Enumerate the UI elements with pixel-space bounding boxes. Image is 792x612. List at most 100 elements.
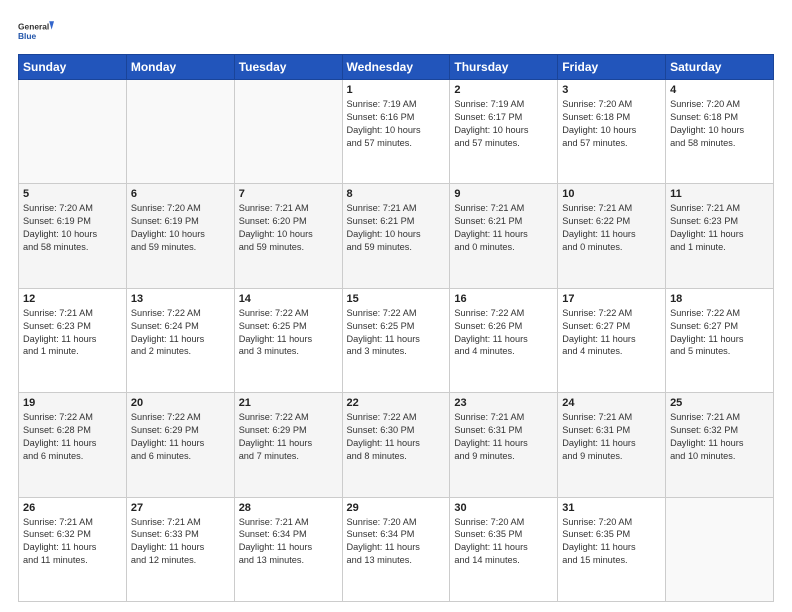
calendar-header-sunday: Sunday xyxy=(19,55,127,80)
page: General Blue SundayMondayTuesdayWednesda… xyxy=(0,0,792,612)
calendar-week-row: 1 Sunrise: 7:19 AMSunset: 6:16 PMDaylight… xyxy=(19,80,774,184)
day-number: 13 xyxy=(131,293,230,305)
calendar-day-cell: 4 Sunrise: 7:20 AMSunset: 6:18 PMDaylight… xyxy=(666,80,774,184)
calendar-day-cell: 19 Sunrise: 7:22 AMSunset: 6:28 PMDayligh… xyxy=(19,393,127,497)
day-number: 29 xyxy=(347,502,446,514)
day-number: 6 xyxy=(131,188,230,200)
calendar-week-row: 26 Sunrise: 7:21 AMSunset: 6:32 PMDayligh… xyxy=(19,497,774,601)
day-number: 4 xyxy=(670,84,769,96)
calendar-day-cell: 12 Sunrise: 7:21 AMSunset: 6:23 PMDayligh… xyxy=(19,288,127,392)
calendar-day-cell: 8 Sunrise: 7:21 AMSunset: 6:21 PMDaylight… xyxy=(342,184,450,288)
day-info: Sunrise: 7:22 AMSunset: 6:25 PMDaylight:… xyxy=(347,307,446,359)
day-number: 22 xyxy=(347,397,446,409)
day-number: 5 xyxy=(23,188,122,200)
calendar-day-cell: 24 Sunrise: 7:21 AMSunset: 6:31 PMDayligh… xyxy=(558,393,666,497)
day-info: Sunrise: 7:20 AMSunset: 6:34 PMDaylight:… xyxy=(347,516,446,568)
day-number: 7 xyxy=(239,188,338,200)
calendar-day-cell: 13 Sunrise: 7:22 AMSunset: 6:24 PMDayligh… xyxy=(126,288,234,392)
logo-svg: General Blue xyxy=(18,14,54,50)
calendar-day-cell: 29 Sunrise: 7:20 AMSunset: 6:34 PMDayligh… xyxy=(342,497,450,601)
day-info: Sunrise: 7:21 AMSunset: 6:23 PMDaylight:… xyxy=(670,202,769,254)
calendar-week-row: 19 Sunrise: 7:22 AMSunset: 6:28 PMDayligh… xyxy=(19,393,774,497)
day-info: Sunrise: 7:20 AMSunset: 6:18 PMDaylight:… xyxy=(562,98,661,150)
day-number: 10 xyxy=(562,188,661,200)
day-number: 1 xyxy=(347,84,446,96)
day-number: 19 xyxy=(23,397,122,409)
day-number: 31 xyxy=(562,502,661,514)
calendar-header-friday: Friday xyxy=(558,55,666,80)
calendar-day-cell: 15 Sunrise: 7:22 AMSunset: 6:25 PMDayligh… xyxy=(342,288,450,392)
day-info: Sunrise: 7:20 AMSunset: 6:19 PMDaylight:… xyxy=(23,202,122,254)
day-info: Sunrise: 7:21 AMSunset: 6:22 PMDaylight:… xyxy=(562,202,661,254)
day-info: Sunrise: 7:22 AMSunset: 6:27 PMDaylight:… xyxy=(562,307,661,359)
day-info: Sunrise: 7:21 AMSunset: 6:33 PMDaylight:… xyxy=(131,516,230,568)
day-info: Sunrise: 7:21 AMSunset: 6:23 PMDaylight:… xyxy=(23,307,122,359)
calendar-day-cell: 21 Sunrise: 7:22 AMSunset: 6:29 PMDayligh… xyxy=(234,393,342,497)
day-number: 25 xyxy=(670,397,769,409)
day-number: 26 xyxy=(23,502,122,514)
calendar-day-cell: 9Sunrise: 7:21 AMSunset: 6:21 PMDaylight… xyxy=(450,184,558,288)
day-info: Sunrise: 7:20 AMSunset: 6:19 PMDaylight:… xyxy=(131,202,230,254)
calendar-day-cell: 22 Sunrise: 7:22 AMSunset: 6:30 PMDayligh… xyxy=(342,393,450,497)
calendar-day-cell xyxy=(234,80,342,184)
calendar-day-cell: 28Sunrise: 7:21 AMSunset: 6:34 PMDayligh… xyxy=(234,497,342,601)
calendar-header-wednesday: Wednesday xyxy=(342,55,450,80)
calendar-day-cell: 27 Sunrise: 7:21 AMSunset: 6:33 PMDayligh… xyxy=(126,497,234,601)
day-info: Sunrise: 7:22 AMSunset: 6:27 PMDaylight:… xyxy=(670,307,769,359)
calendar-day-cell: 30Sunrise: 7:20 AMSunset: 6:35 PMDayligh… xyxy=(450,497,558,601)
calendar-header-monday: Monday xyxy=(126,55,234,80)
calendar-day-cell: 11Sunrise: 7:21 AMSunset: 6:23 PMDayligh… xyxy=(666,184,774,288)
day-info: Sunrise: 7:22 AMSunset: 6:29 PMDaylight:… xyxy=(239,411,338,463)
calendar-day-cell: 3Sunrise: 7:20 AMSunset: 6:18 PMDaylight… xyxy=(558,80,666,184)
day-number: 8 xyxy=(347,188,446,200)
day-info: Sunrise: 7:20 AMSunset: 6:18 PMDaylight:… xyxy=(670,98,769,150)
calendar-day-cell: 16Sunrise: 7:22 AMSunset: 6:26 PMDayligh… xyxy=(450,288,558,392)
day-info: Sunrise: 7:21 AMSunset: 6:21 PMDaylight:… xyxy=(347,202,446,254)
calendar-day-cell: 23 Sunrise: 7:21 AMSunset: 6:31 PMDayligh… xyxy=(450,393,558,497)
calendar-header-row: SundayMondayTuesdayWednesdayThursdayFrid… xyxy=(19,55,774,80)
day-number: 12 xyxy=(23,293,122,305)
calendar-day-cell: 26 Sunrise: 7:21 AMSunset: 6:32 PMDayligh… xyxy=(19,497,127,601)
calendar-table: SundayMondayTuesdayWednesdayThursdayFrid… xyxy=(18,54,774,602)
day-info: Sunrise: 7:21 AMSunset: 6:32 PMDaylight:… xyxy=(23,516,122,568)
day-number: 23 xyxy=(454,397,553,409)
day-number: 21 xyxy=(239,397,338,409)
calendar-day-cell xyxy=(666,497,774,601)
calendar-day-cell: 20Sunrise: 7:22 AMSunset: 6:29 PMDayligh… xyxy=(126,393,234,497)
calendar-day-cell: 2Sunrise: 7:19 AMSunset: 6:17 PMDaylight… xyxy=(450,80,558,184)
calendar-day-cell: 10 Sunrise: 7:21 AMSunset: 6:22 PMDayligh… xyxy=(558,184,666,288)
svg-text:Blue: Blue xyxy=(18,31,37,41)
day-number: 24 xyxy=(562,397,661,409)
calendar-day-cell: 31 Sunrise: 7:20 AMSunset: 6:35 PMDayligh… xyxy=(558,497,666,601)
header: General Blue xyxy=(18,14,774,50)
day-info: Sunrise: 7:21 AMSunset: 6:31 PMDaylight:… xyxy=(454,411,553,463)
day-info: Sunrise: 7:20 AMSunset: 6:35 PMDaylight:… xyxy=(454,516,553,568)
calendar-day-cell: 25 Sunrise: 7:21 AMSunset: 6:32 PMDayligh… xyxy=(666,393,774,497)
calendar-day-cell: 18 Sunrise: 7:22 AMSunset: 6:27 PMDayligh… xyxy=(666,288,774,392)
day-info: Sunrise: 7:22 AMSunset: 6:24 PMDaylight:… xyxy=(131,307,230,359)
day-info: Sunrise: 7:21 AMSunset: 6:31 PMDaylight:… xyxy=(562,411,661,463)
day-number: 14 xyxy=(239,293,338,305)
day-info: Sunrise: 7:22 AMSunset: 6:30 PMDaylight:… xyxy=(347,411,446,463)
day-number: 17 xyxy=(562,293,661,305)
day-info: Sunrise: 7:20 AMSunset: 6:35 PMDaylight:… xyxy=(562,516,661,568)
day-info: Sunrise: 7:19 AMSunset: 6:17 PMDaylight:… xyxy=(454,98,553,150)
day-info: Sunrise: 7:19 AMSunset: 6:16 PMDaylight:… xyxy=(347,98,446,150)
day-info: Sunrise: 7:22 AMSunset: 6:29 PMDaylight:… xyxy=(131,411,230,463)
day-info: Sunrise: 7:21 AMSunset: 6:32 PMDaylight:… xyxy=(670,411,769,463)
calendar-day-cell: 5 Sunrise: 7:20 AMSunset: 6:19 PMDaylight… xyxy=(19,184,127,288)
calendar-day-cell: 1 Sunrise: 7:19 AMSunset: 6:16 PMDaylight… xyxy=(342,80,450,184)
calendar-day-cell: 17 Sunrise: 7:22 AMSunset: 6:27 PMDayligh… xyxy=(558,288,666,392)
calendar-week-row: 5 Sunrise: 7:20 AMSunset: 6:19 PMDaylight… xyxy=(19,184,774,288)
day-info: Sunrise: 7:21 AMSunset: 6:20 PMDaylight:… xyxy=(239,202,338,254)
calendar-day-cell: 7 Sunrise: 7:21 AMSunset: 6:20 PMDaylight… xyxy=(234,184,342,288)
calendar-week-row: 12 Sunrise: 7:21 AMSunset: 6:23 PMDayligh… xyxy=(19,288,774,392)
day-number: 27 xyxy=(131,502,230,514)
calendar-day-cell: 6 Sunrise: 7:20 AMSunset: 6:19 PMDaylight… xyxy=(126,184,234,288)
day-info: Sunrise: 7:22 AMSunset: 6:28 PMDaylight:… xyxy=(23,411,122,463)
calendar-day-cell xyxy=(19,80,127,184)
svg-text:General: General xyxy=(18,22,49,32)
day-number: 18 xyxy=(670,293,769,305)
calendar-day-cell xyxy=(126,80,234,184)
day-number: 15 xyxy=(347,293,446,305)
